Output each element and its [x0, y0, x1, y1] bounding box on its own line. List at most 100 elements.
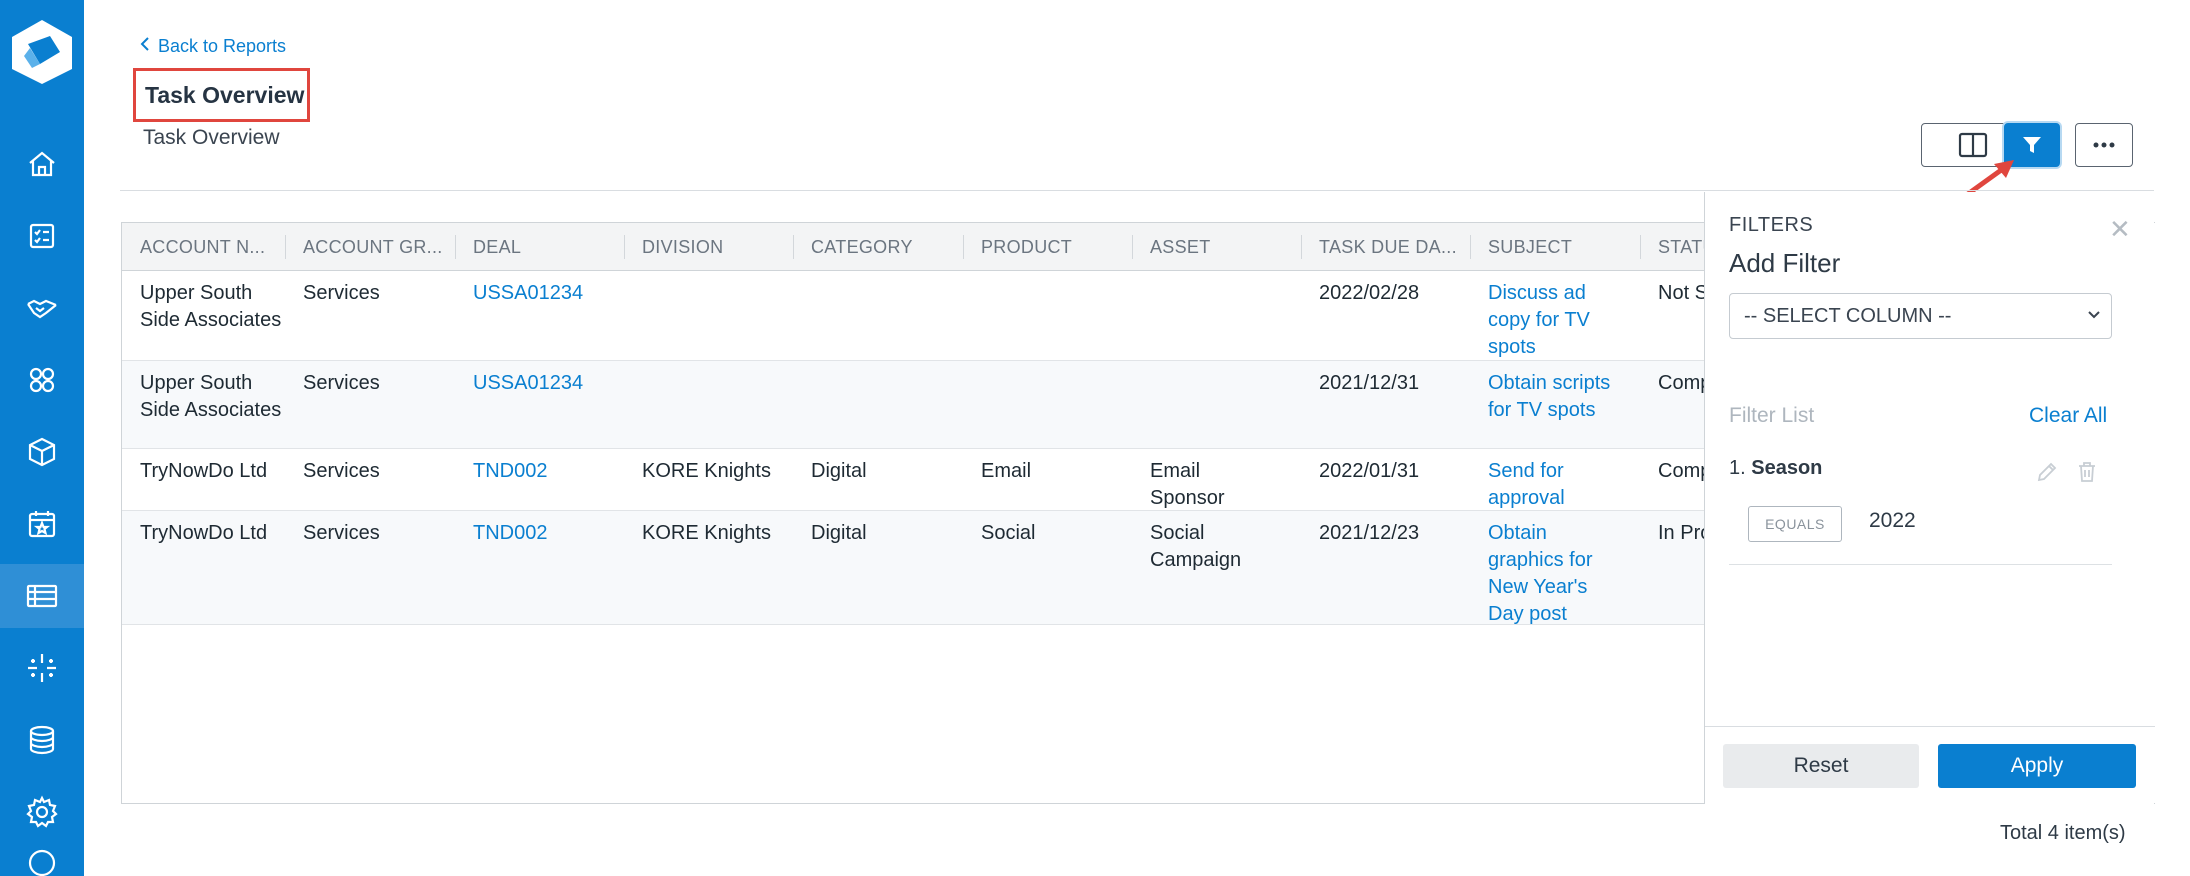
column-header[interactable]: STATUS: [1658, 223, 1706, 271]
filter-icon: [2023, 137, 2041, 153]
close-icon[interactable]: ✕: [2109, 214, 2131, 245]
table-row[interactable]: Upper South Side Associates Services USS…: [122, 361, 1706, 449]
cell-asset: Social Campaign: [1150, 522, 1242, 571]
cell-subject-link[interactable]: Obtain scripts for TV spots: [1488, 370, 1632, 424]
sidebar-item-products[interactable]: [0, 420, 84, 484]
title-highlight-box: Task Overview: [133, 68, 310, 122]
columns-icon: [1958, 132, 1988, 158]
panel-footer-divider: [1705, 726, 2155, 727]
cell-status: Not Started: [1658, 282, 1706, 304]
header-divider: [120, 190, 2154, 191]
column-header[interactable]: ACCOUNT GR...: [303, 223, 453, 271]
page-subtitle: Task Overview: [143, 126, 280, 149]
column-header[interactable]: DEAL: [473, 223, 613, 271]
sidebar-item-deals[interactable]: [0, 276, 84, 340]
cell-due-date: 2021/12/31: [1319, 372, 1420, 394]
back-to-reports-link[interactable]: Back to Reports: [140, 36, 286, 57]
accounts-icon: [29, 367, 55, 393]
cell-due-date: 2022/01/31: [1319, 460, 1420, 482]
box-icon: [28, 437, 56, 467]
sidebar-item-insights[interactable]: [0, 636, 84, 700]
cell-deal-link[interactable]: TND002: [473, 520, 623, 547]
gear-icon: [26, 795, 58, 828]
sparkle-icon: [28, 654, 56, 682]
filter-operator-badge: EQUALS: [1748, 506, 1842, 542]
trash-icon[interactable]: [2075, 460, 2099, 484]
sidebar: [0, 0, 84, 876]
sidebar-item-home[interactable]: [0, 132, 84, 196]
cell-asset: Email Sponsor: [1150, 460, 1225, 509]
cell-group: Services: [303, 522, 380, 544]
cell-due-date: 2022/02/28: [1319, 282, 1420, 304]
sidebar-item-reports[interactable]: [0, 564, 84, 628]
select-column-dropdown[interactable]: -- SELECT COLUMN --: [1729, 293, 2112, 339]
cell-group: Services: [303, 372, 380, 394]
cell-deal-link[interactable]: USSA01234: [473, 370, 623, 397]
column-header[interactable]: DIVISION: [642, 223, 782, 271]
table-row[interactable]: Upper South Side Associates Services USS…: [122, 271, 1706, 361]
filter-item-index: 1.: [1729, 457, 1746, 479]
filters-panel: FILTERS ✕ Add Filter -- SELECT COLUMN --…: [1704, 192, 2155, 804]
cell-product: Social: [981, 522, 1036, 544]
app-logo-icon[interactable]: [6, 18, 78, 86]
cell-status: In Progress: [1658, 522, 1706, 544]
filter-list-label: Filter List: [1729, 404, 1815, 427]
page-title: Task Overview: [145, 81, 305, 108]
table-row[interactable]: TryNowDo Ltd Services TND002 KORE Knight…: [122, 449, 1706, 511]
calendar-icon: [28, 511, 56, 538]
cell-status: Completed: [1658, 460, 1706, 482]
cell-deal-link[interactable]: TND002: [473, 458, 623, 485]
chevron-left-icon: [140, 36, 150, 57]
sidebar-item-accounts[interactable]: [0, 348, 84, 412]
cell-product: Email: [981, 460, 1032, 482]
cell-group: Services: [303, 460, 380, 482]
help-icon: [28, 849, 56, 876]
cell-account: TryNowDo Ltd: [140, 522, 268, 544]
cell-subject-link[interactable]: Discuss ad copy for TV spots: [1488, 280, 1632, 361]
cell-category: Digital: [811, 522, 867, 544]
edit-icon[interactable]: [2035, 460, 2059, 484]
cell-division: KORE Knights: [642, 460, 771, 482]
cell-deal-link[interactable]: USSA01234: [473, 280, 623, 307]
column-header[interactable]: ACCOUNT N...: [140, 223, 280, 271]
more-icon: [2093, 142, 2115, 148]
column-header[interactable]: TASK DUE DA...: [1319, 223, 1473, 271]
filter-item: 1. Season: [1729, 457, 1822, 480]
clear-all-link[interactable]: Clear All: [2029, 404, 2107, 428]
cell-account: Upper South Side Associates: [140, 282, 282, 331]
sidebar-item-tasks[interactable]: [0, 204, 84, 268]
column-header[interactable]: CATEGORY: [811, 223, 951, 271]
home-icon: [29, 151, 55, 177]
total-items-count: Total 4 item(s): [2000, 822, 2126, 844]
column-header[interactable]: PRODUCT: [981, 223, 1121, 271]
cell-subject-link[interactable]: Obtain graphics for New Year's Day post: [1488, 520, 1618, 628]
apply-button[interactable]: Apply: [1938, 744, 2136, 788]
handshake-icon: [27, 299, 57, 319]
add-filter-heading: Add Filter: [1729, 248, 1841, 278]
sidebar-item-calendar[interactable]: [0, 492, 84, 556]
filter-value: 2022: [1869, 509, 1916, 532]
reset-button[interactable]: Reset: [1723, 744, 1919, 788]
sidebar-item-data[interactable]: [0, 708, 84, 772]
cell-status: Completed: [1658, 372, 1706, 394]
column-header[interactable]: SUBJECT: [1488, 223, 1628, 271]
cell-due-date: 2021/12/23: [1319, 522, 1420, 544]
column-header[interactable]: ASSET: [1150, 223, 1290, 271]
reports-icon: [26, 584, 58, 608]
cell-account: TryNowDo Ltd: [140, 460, 268, 482]
cell-subject-link[interactable]: Send for approval: [1488, 458, 1632, 512]
filter-item-name: Season: [1751, 457, 1823, 479]
back-link-label: Back to Reports: [158, 36, 287, 56]
sidebar-item-settings[interactable]: [0, 780, 84, 844]
cell-category: Digital: [811, 460, 867, 482]
table-row[interactable]: TryNowDo Ltd Services TND002 KORE Knight…: [122, 511, 1706, 625]
more-options-button[interactable]: [2075, 123, 2133, 167]
database-icon: [29, 725, 55, 755]
cell-account: Upper South Side Associates: [140, 372, 282, 421]
select-column-value: -- SELECT COLUMN --: [1744, 305, 1952, 327]
sidebar-item-help[interactable]: [0, 846, 84, 876]
filter-divider: [1729, 564, 2112, 565]
filters-panel-label: FILTERS: [1729, 214, 1814, 236]
table-header: ACCOUNT N... ACCOUNT GR... DEAL DIVISION…: [122, 223, 1706, 271]
cell-division: KORE Knights: [642, 522, 771, 544]
